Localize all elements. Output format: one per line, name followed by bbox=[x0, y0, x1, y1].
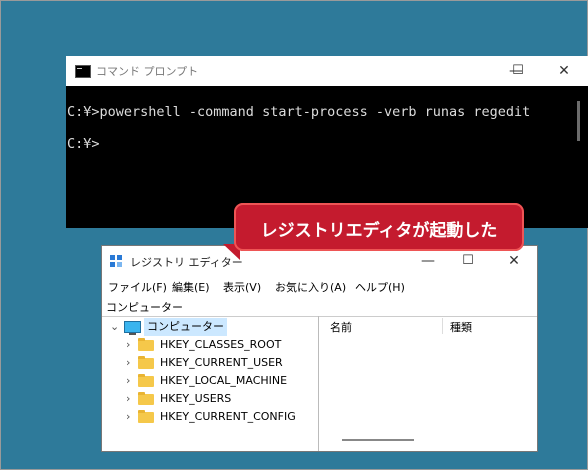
tree-item-hku[interactable]: › HKEY_USERS bbox=[126, 390, 316, 408]
folder-icon bbox=[138, 392, 154, 405]
menu-view[interactable]: 表示(V) bbox=[223, 279, 261, 295]
folder-icon bbox=[138, 374, 154, 387]
tree-item-label: HKEY_USERS bbox=[160, 392, 232, 405]
console-icon bbox=[75, 65, 91, 78]
chevron-right-icon[interactable]: › bbox=[126, 390, 136, 408]
chevron-right-icon[interactable]: › bbox=[126, 372, 136, 390]
folder-icon bbox=[138, 338, 154, 351]
regedit-icon bbox=[110, 255, 123, 268]
tree-item-hkcu[interactable]: › HKEY_CURRENT_USER bbox=[126, 354, 316, 372]
address-bar[interactable]: コンピューター bbox=[102, 296, 537, 317]
cmd-titlebar[interactable]: コマンド プロンプト — ☐ ✕ bbox=[66, 56, 588, 86]
menu-help[interactable]: ヘルプ(H) bbox=[355, 279, 405, 295]
chevron-right-icon[interactable]: › bbox=[126, 336, 136, 354]
column-header-type[interactable]: 種類 bbox=[450, 319, 472, 335]
scrollbar-thumb[interactable] bbox=[577, 101, 580, 141]
callout-banner: レジストリエディタが起動した bbox=[234, 203, 524, 251]
key-tree-pane[interactable]: ⌄ コンピューター › HKEY_CLASSES_ROOT › HKEY_CUR… bbox=[102, 316, 414, 451]
close-button[interactable]: ✕ bbox=[544, 56, 584, 86]
tree-item-hkcc[interactable]: › HKEY_CURRENT_CONFIG bbox=[126, 408, 316, 426]
folder-icon bbox=[138, 410, 154, 423]
console-prompt-line: C:¥> bbox=[67, 136, 100, 152]
folder-icon bbox=[138, 356, 154, 369]
menu-bar: ファイル(F) 編集(E) 表示(V) お気に入り(A) ヘルプ(H) bbox=[102, 276, 537, 296]
values-pane[interactable]: 名前 種類 bbox=[320, 316, 537, 451]
menu-favorites[interactable]: お気に入り(A) bbox=[275, 279, 346, 295]
chevron-right-icon[interactable]: › bbox=[126, 408, 136, 426]
tree-root-label: コンピューター bbox=[144, 318, 227, 336]
callout-text: レジストリエディタが起動した bbox=[260, 221, 498, 241]
menu-file[interactable]: ファイル(F) bbox=[108, 279, 167, 295]
column-header-name[interactable]: 名前 bbox=[330, 319, 352, 335]
maximize-button[interactable]: ☐ bbox=[498, 56, 538, 86]
chevron-down-icon[interactable]: ⌄ bbox=[110, 318, 120, 336]
tree-item-label: HKEY_CLASSES_ROOT bbox=[160, 338, 282, 351]
tree-item-label: HKEY_LOCAL_MACHINE bbox=[160, 374, 288, 387]
tree-item-label: HKEY_CURRENT_USER bbox=[160, 356, 283, 369]
menu-edit[interactable]: 編集(E) bbox=[172, 279, 210, 295]
tree-item-hkcr[interactable]: › HKEY_CLASSES_ROOT bbox=[126, 336, 316, 354]
chevron-right-icon[interactable]: › bbox=[126, 354, 136, 372]
tree-item-label: HKEY_CURRENT_CONFIG bbox=[160, 410, 296, 423]
address-text: コンピューター bbox=[106, 301, 183, 314]
cmd-title: コマンド プロンプト bbox=[96, 65, 199, 78]
tree-item-hklm[interactable]: › HKEY_LOCAL_MACHINE bbox=[126, 372, 316, 390]
computer-icon bbox=[124, 321, 141, 335]
registry-editor-window[interactable]: レジストリ エディター — ☐ ✕ ファイル(F) 編集(E) 表示(V) お気… bbox=[101, 245, 538, 452]
column-divider[interactable] bbox=[442, 318, 443, 334]
tree-root-computer[interactable]: ⌄ コンピューター bbox=[110, 318, 315, 336]
console-line: C:¥>powershell -command start-process -v… bbox=[67, 104, 531, 120]
